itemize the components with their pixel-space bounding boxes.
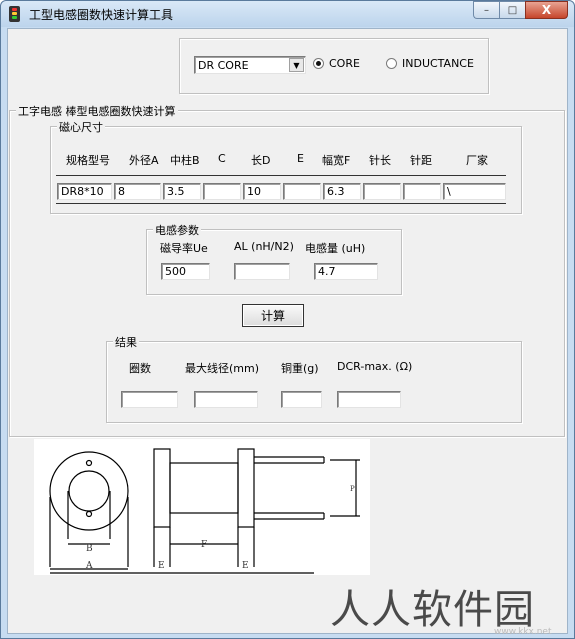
input-al-value[interactable] [234, 263, 290, 280]
label-al-value: AL (nH/N2) [234, 240, 294, 253]
header-c: C [218, 152, 226, 165]
traffic-light-icon [9, 6, 20, 22]
input-vendor[interactable]: \ [443, 183, 506, 200]
header-pin-pitch: 针距 [410, 154, 432, 167]
radio-inductance[interactable] [386, 58, 397, 69]
output-turns[interactable] [121, 391, 178, 408]
header-model: 规格型号 [66, 154, 110, 167]
core-type-value: DR CORE [198, 59, 249, 72]
diagram-label-e1: E [158, 561, 165, 571]
label-inductance: 电感量 (uH) [305, 242, 366, 255]
close-button[interactable]: X [525, 1, 568, 19]
header-width-f: 幅宽F [322, 154, 351, 167]
input-inductance[interactable]: 4.7 [314, 263, 378, 280]
header-pin-length: 针长 [369, 154, 391, 167]
caption-buttons: – □ X [473, 1, 568, 20]
label-max-wire: 最大线径(mm) [185, 362, 260, 375]
watermark-url: www.kkx.net [494, 627, 552, 637]
header-e: E [297, 152, 304, 165]
radio-core-label[interactable]: CORE [329, 57, 360, 70]
input-outer-a[interactable]: 8 [114, 183, 161, 200]
output-copper-weight[interactable] [281, 391, 322, 408]
diagram-label-a: A [85, 561, 93, 571]
input-pin-pitch[interactable] [403, 183, 441, 200]
maximize-button[interactable]: □ [499, 1, 525, 19]
header-length-d: 长D [251, 154, 271, 167]
input-permeability[interactable]: 500 [161, 263, 210, 280]
diagram-label-e2: E [242, 561, 249, 571]
radio-inductance-label[interactable]: INDUCTANCE [402, 57, 474, 70]
output-dcr-max[interactable] [337, 391, 401, 408]
title-bar[interactable]: 工型电感圈数快速计算工具 – □ X [1, 1, 574, 27]
label-turns: 圈数 [129, 362, 151, 375]
label-dcr-max: DCR-max. (Ω) [337, 360, 413, 373]
results-group: 结果 [106, 334, 522, 423]
input-model[interactable]: DR8*10 [57, 183, 112, 200]
output-max-wire[interactable] [194, 391, 258, 408]
calculate-button[interactable]: 计算 [242, 304, 304, 327]
window-title: 工型电感圈数快速计算工具 [29, 8, 174, 22]
core-diagram: B A F E E P [34, 439, 370, 575]
input-c[interactable] [203, 183, 241, 200]
label-copper-weight: 铜重(g) [281, 362, 319, 375]
chevron-down-icon[interactable]: ▼ [289, 58, 304, 72]
table-bottom-line [56, 203, 506, 204]
dimensions-group-title: 磁心尺寸 [57, 119, 105, 135]
core-type-select[interactable]: DR CORE ▼ [194, 56, 306, 74]
input-pin-length[interactable] [363, 183, 401, 200]
header-outer-a: 外径A [129, 154, 159, 167]
radio-core[interactable] [313, 58, 324, 69]
table-top-line [56, 175, 506, 176]
inductance-params-group: 电感参数 [146, 222, 402, 295]
client-area: DR CORE ▼ CORE INDUCTANCE 工字电感 棒型电感圈数快速计… [7, 28, 568, 637]
label-permeability: 磁导率Ue [160, 242, 208, 255]
dimensions-group: 磁心尺寸 [50, 119, 522, 214]
results-title: 结果 [113, 334, 139, 350]
input-e[interactable] [283, 183, 321, 200]
diagram-label-b: B [86, 544, 93, 554]
diagram-label-p: P [350, 485, 355, 493]
minimize-button[interactable]: – [473, 1, 499, 19]
input-length-d[interactable]: 10 [243, 183, 281, 200]
app-window: 工型电感圈数快速计算工具 – □ X DR CORE ▼ CORE INDUCT… [0, 0, 575, 639]
core-diagram-svg: B A F E E P [49, 448, 360, 574]
input-width-f[interactable]: 6.3 [323, 183, 361, 200]
core-calc-group-title: 工字电感 棒型电感圈数快速计算 [16, 103, 178, 119]
header-center-b: 中柱B [170, 154, 200, 167]
input-center-b[interactable]: 3.5 [163, 183, 201, 200]
inductance-params-title: 电感参数 [153, 222, 201, 238]
header-vendor: 厂家 [466, 154, 488, 167]
diagram-label-f: F [201, 540, 207, 550]
